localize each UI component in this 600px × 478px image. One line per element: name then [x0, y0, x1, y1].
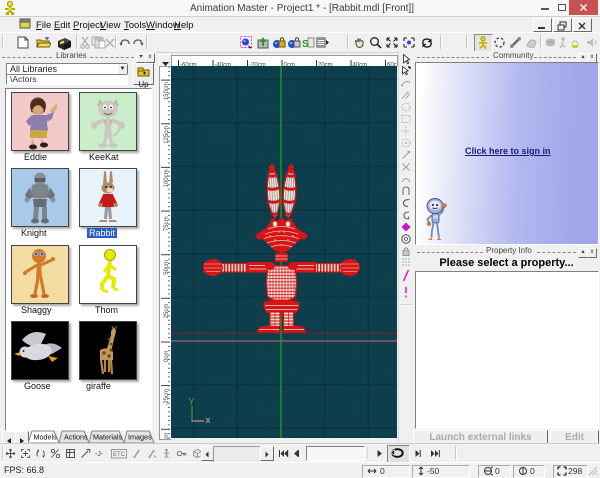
svg-text:S: S: [302, 39, 309, 49]
svg-text:75cm: 75cm: [164, 216, 170, 231]
svg-text:Models: Models: [34, 433, 58, 442]
svg-text:100cm: 100cm: [164, 169, 170, 187]
svg-text:Images: Images: [128, 433, 152, 442]
svg-text:125cm: 125cm: [164, 126, 170, 144]
svg-text:0cm: 0cm: [164, 351, 170, 362]
svg-text:-J-: -J-: [95, 451, 104, 458]
svg-text:25cm: 25cm: [164, 304, 170, 319]
svg-text:-25cm: -25cm: [164, 389, 170, 406]
svg-text:Actions: Actions: [64, 433, 88, 442]
svg-text:150cm: 150cm: [164, 82, 170, 100]
svg-text:Materials: Materials: [93, 433, 123, 442]
svg-text:-50cm: -50cm: [164, 433, 170, 439]
svg-text:50cm: 50cm: [164, 260, 170, 275]
svg-text:ETC: ETC: [113, 452, 126, 458]
